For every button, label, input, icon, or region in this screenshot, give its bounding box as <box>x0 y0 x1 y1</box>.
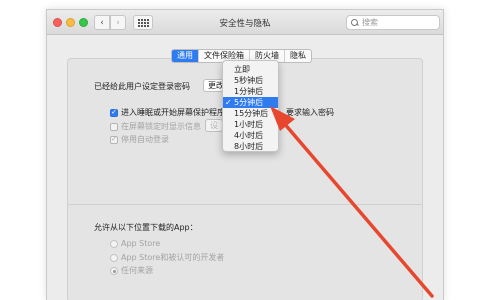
disable-auto-login-row: ✓ 停用自动登录 <box>110 134 169 145</box>
title-bar: ‹ › 安全性与隐私 搜索 <box>47 10 443 35</box>
menu-item-immediately[interactable]: 立即 <box>223 64 278 75</box>
tab-general[interactable]: 通用 <box>172 50 198 62</box>
download-option-app-store[interactable]: App Store <box>110 239 160 248</box>
require-password-checkbox[interactable]: ✓ <box>110 108 118 117</box>
radio-identified-developers[interactable] <box>110 253 118 262</box>
require-password-suffix: 要求输入密码 <box>286 108 334 117</box>
downloads-heading: 允许从以下位置下载的App： <box>94 223 198 232</box>
menu-item-1-hour[interactable]: 1小时后 <box>223 119 278 130</box>
show-message-label: 在屏幕锁定时显示信息 <box>121 122 201 131</box>
download-option-identified[interactable]: App Store和被认可的开发者 <box>110 252 224 263</box>
menu-item-1-minute[interactable]: 1分钟后 <box>223 86 278 97</box>
radio-anywhere[interactable] <box>110 266 118 275</box>
show-message-row: 在屏幕锁定时显示信息 <box>110 121 201 132</box>
login-password-row: 已经给此用户设定登录密码 <box>94 81 190 92</box>
radio-app-store[interactable] <box>110 239 118 248</box>
require-password-label: 进入睡眠或开始屏幕保护程序 <box>121 108 225 117</box>
password-delay-menu[interactable]: 立即 5秒钟后 1分钟后 ✓ 5分钟后 15分钟后 1小时后 4小时后 8小时后 <box>222 60 279 152</box>
app-store-label: App Store <box>121 239 161 248</box>
login-password-label: 已经给此用户设定登录密码 <box>94 82 190 91</box>
menu-item-4-hours[interactable]: 4小时后 <box>223 130 278 141</box>
preferences-window: ‹ › 安全性与隐私 搜索 通用 文件保险箱 防火墙 隐私 已经给此用户设定登录… <box>46 9 444 300</box>
search-placeholder: 搜索 <box>362 18 378 27</box>
disable-auto-login-checkbox[interactable]: ✓ <box>110 135 118 144</box>
show-message-checkbox[interactable] <box>110 122 118 131</box>
menu-item-15-minutes[interactable]: 15分钟后 <box>223 108 278 119</box>
disable-auto-login-label: 停用自动登录 <box>121 135 169 144</box>
require-password-suffix-row: 要求输入密码 <box>286 107 334 118</box>
search-field[interactable]: 搜索 <box>346 15 440 30</box>
tab-privacy[interactable]: 隐私 <box>284 50 311 62</box>
section-divider <box>67 204 423 205</box>
require-password-row: ✓ 进入睡眠或开始屏幕保护程序 <box>110 107 225 118</box>
menu-item-5-minutes[interactable]: ✓ 5分钟后 <box>223 97 278 108</box>
downloads-heading-row: 允许从以下位置下载的App： <box>94 222 198 233</box>
set-message-button[interactable]: 设 <box>205 119 223 132</box>
identified-developers-label: App Store和被认可的开发者 <box>121 253 225 262</box>
download-option-anywhere[interactable]: 任何来源 <box>110 265 153 276</box>
anywhere-label: 任何来源 <box>121 266 153 275</box>
checkmark-icon: ✓ <box>225 98 232 107</box>
menu-item-8-hours[interactable]: 8小时后 <box>223 141 278 152</box>
search-icon <box>351 18 359 27</box>
menu-item-5-seconds[interactable]: 5秒钟后 <box>223 75 278 86</box>
